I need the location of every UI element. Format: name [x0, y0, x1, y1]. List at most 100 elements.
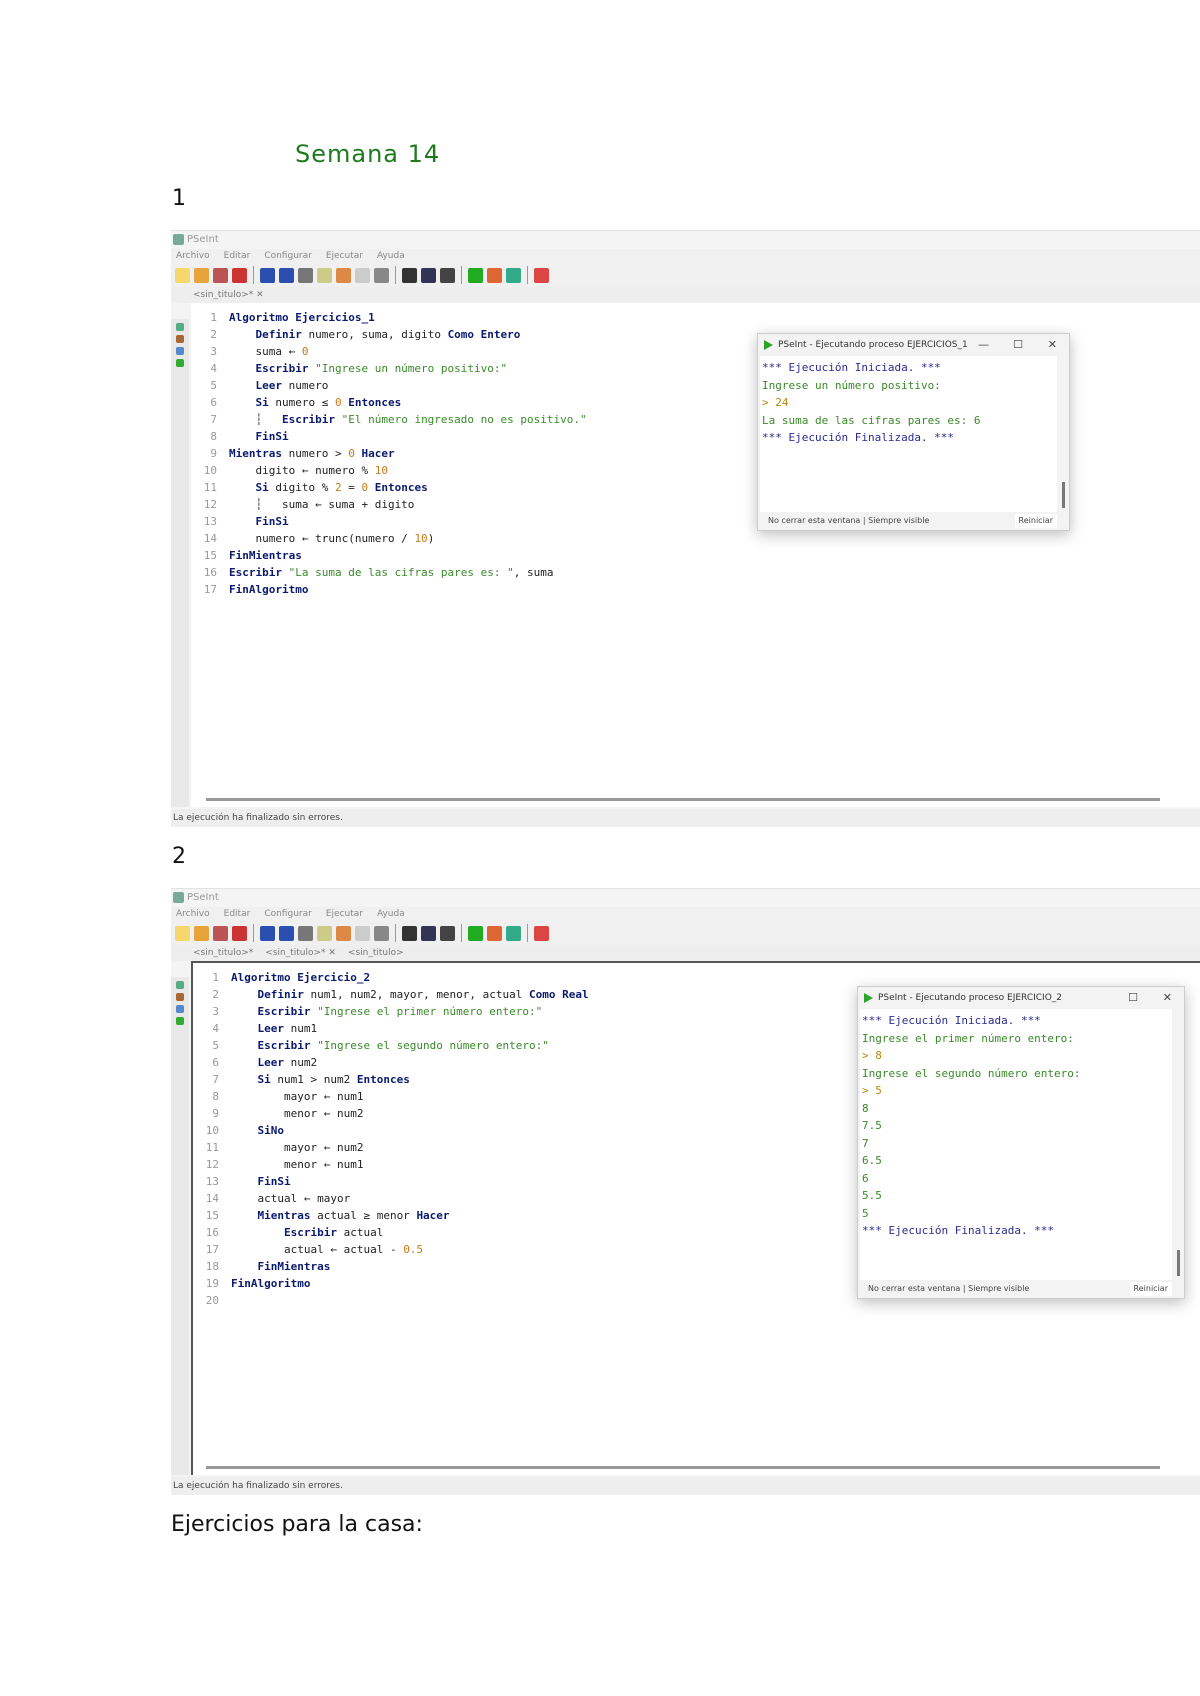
redo-icon[interactable] [279, 925, 294, 941]
restart-button[interactable]: Reiniciar [1129, 1282, 1172, 1296]
line-number: 9 [210, 447, 217, 460]
run-step-icon[interactable] [402, 267, 417, 283]
menu-item-ejecutar[interactable]: Ejecutar [326, 251, 363, 261]
code-token: Escribir [231, 1226, 344, 1239]
menu-item-ejecutar[interactable]: Ejecutar [326, 909, 363, 919]
find-icon[interactable] [355, 267, 370, 283]
horizontal-scrollbar[interactable] [206, 798, 1160, 801]
vertical-scrollbar[interactable] [1177, 1250, 1180, 1276]
paste-icon[interactable] [336, 925, 351, 941]
menu-item-ayuda[interactable]: Ayuda [377, 909, 405, 919]
debug-icon[interactable] [487, 925, 502, 941]
close-button[interactable]: ✕ [1048, 334, 1057, 356]
side-panel [171, 319, 189, 807]
code-token: FinAlgoritmo [231, 1277, 311, 1290]
restart-button[interactable]: Reiniciar [1014, 514, 1057, 528]
code-token: menor ← num1 [231, 1158, 364, 1171]
console-title: PSeInt - Ejecutando proceso EJERCICIO_2 [878, 993, 1063, 1003]
help-icon[interactable] [534, 925, 549, 941]
vertical-scrollbar[interactable] [1062, 482, 1065, 508]
status-bar: La ejecución ha finalizado sin errores. [171, 809, 1200, 827]
editor-tab[interactable]: <sin_titulo>* ✕ [193, 290, 264, 300]
paste-icon[interactable] [336, 267, 351, 283]
menu-item-ayuda[interactable]: Ayuda [377, 251, 405, 261]
redo-icon[interactable] [279, 267, 294, 283]
menu-item-archivo[interactable]: Archivo [176, 909, 210, 919]
console-line: 5 [862, 1206, 869, 1220]
code-token: digito ← numero % [229, 464, 375, 477]
always-visible-checkbox[interactable]: Siempre visible [968, 1284, 1029, 1293]
code-line: 1 Algoritmo Ejercicios_1 [191, 309, 1200, 326]
minimize-button[interactable]: — [978, 334, 989, 356]
step-icon[interactable] [506, 267, 521, 283]
save-as-icon[interactable] [232, 267, 247, 283]
line-number: 7 [210, 413, 217, 426]
new-icon[interactable] [175, 267, 190, 283]
indent-icon[interactable] [374, 925, 389, 941]
line-number: 10 [203, 464, 217, 477]
line-number: 5 [210, 379, 217, 392]
maximize-button[interactable]: ☐ [1128, 987, 1138, 1009]
undo-icon[interactable] [260, 925, 275, 941]
code-token: "Ingrese el segundo número entero:" [317, 1039, 549, 1052]
maximize-button[interactable]: ☐ [1013, 334, 1023, 356]
close-button[interactable]: ✕ [1163, 987, 1172, 1009]
save-icon[interactable] [213, 925, 228, 941]
help-icon[interactable] [534, 267, 549, 283]
debug-icon[interactable] [487, 267, 502, 283]
indent-icon[interactable] [374, 267, 389, 283]
cut-icon[interactable] [298, 267, 313, 283]
code-token: Escribir [231, 1005, 318, 1018]
export-icon[interactable] [440, 925, 455, 941]
copy-icon[interactable] [317, 267, 332, 283]
flowchart-icon[interactable] [421, 267, 436, 283]
code-token: Escribir [231, 1039, 318, 1052]
code-token: FinSi [229, 515, 289, 528]
menu-item-configurar[interactable]: Configurar [264, 251, 312, 261]
cut-icon[interactable] [298, 925, 313, 941]
always-visible-checkbox[interactable]: Siempre visible [868, 516, 929, 525]
menu-item-editar[interactable]: Editar [224, 909, 251, 919]
open-icon[interactable] [194, 267, 209, 283]
homework-heading: Ejercicios para la casa: [171, 1512, 423, 1537]
menu-item-archivo[interactable]: Archivo [176, 251, 210, 261]
editor-tab[interactable]: <sin_titulo> [348, 948, 404, 958]
code-token: SiNo [231, 1124, 284, 1137]
flowchart-icon[interactable] [421, 925, 436, 941]
toolbar-separator [461, 266, 462, 284]
app-title: PSeInt [187, 892, 219, 903]
editor-tab[interactable]: <sin_titulo>* ✕ [265, 948, 336, 958]
run-icon[interactable] [468, 925, 483, 941]
step-icon[interactable] [506, 925, 521, 941]
editor-tab[interactable]: <sin_titulo>* [193, 948, 253, 958]
menu-bar: Archivo Editar Configurar Ejecutar Ayuda [171, 249, 1200, 263]
line-number: 14 [203, 532, 217, 545]
new-icon[interactable] [175, 925, 190, 941]
line-number: 12 [203, 498, 217, 511]
menu-item-configurar[interactable]: Configurar [264, 909, 312, 919]
save-as-icon[interactable] [232, 925, 247, 941]
export-icon[interactable] [440, 267, 455, 283]
copy-icon[interactable] [317, 925, 332, 941]
undo-icon[interactable] [260, 267, 275, 283]
code-token: Entonces [356, 1073, 410, 1086]
section-number-1: 1 [172, 186, 186, 211]
keep-open-checkbox[interactable]: No cerrar esta ventana [768, 516, 860, 525]
menu-item-editar[interactable]: Editar [224, 251, 251, 261]
code-token: ← [288, 345, 302, 358]
run-icon[interactable] [468, 267, 483, 283]
keep-open-checkbox[interactable]: No cerrar esta ventana [868, 1284, 960, 1293]
line-number: 17 [205, 1243, 219, 1256]
save-icon[interactable] [213, 267, 228, 283]
code-token: Escribir [229, 566, 289, 579]
pseint-logo-icon [173, 234, 184, 245]
run-step-icon[interactable] [402, 925, 417, 941]
side-panel [171, 977, 189, 1475]
open-icon[interactable] [194, 925, 209, 941]
find-icon[interactable] [355, 925, 370, 941]
pseint-logo-icon [173, 892, 184, 903]
app-titlebar: PSeInt [171, 889, 1200, 907]
horizontal-scrollbar[interactable] [206, 1466, 1160, 1469]
line-number: 16 [205, 1226, 219, 1239]
code-token: Definir [229, 328, 309, 341]
